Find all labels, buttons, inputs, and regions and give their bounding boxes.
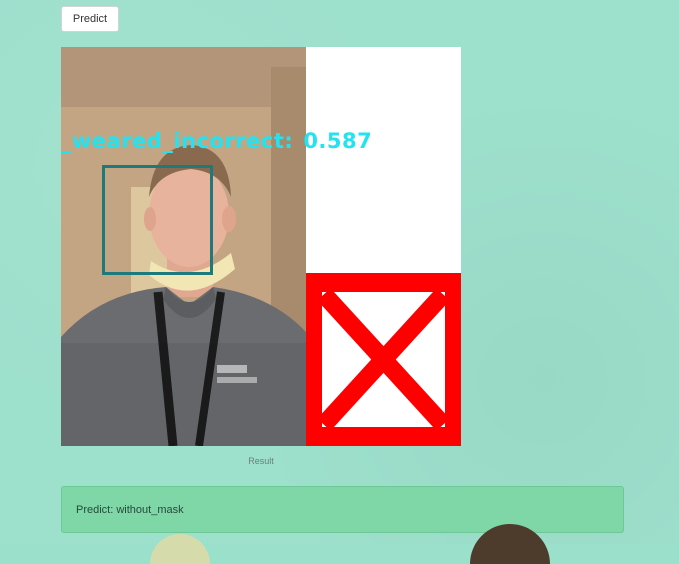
- incorrect-mark: [306, 273, 461, 446]
- detection-class: _weared_incorrect:: [61, 129, 294, 153]
- result-caption: Result: [248, 456, 274, 466]
- face-bounding-box: [102, 165, 213, 275]
- prediction-alert: Predict: without_mask: [61, 486, 624, 533]
- x-mark-icon: [306, 273, 461, 446]
- detection-score: 0.587: [303, 129, 373, 153]
- result-image: _weared_incorrect: 0.587: [61, 47, 461, 446]
- blank-panel: [306, 47, 461, 273]
- predict-button[interactable]: Predict: [61, 6, 119, 32]
- detection-label: _weared_incorrect: 0.587: [61, 129, 372, 153]
- prediction-text: Predict: without_mask: [76, 503, 184, 516]
